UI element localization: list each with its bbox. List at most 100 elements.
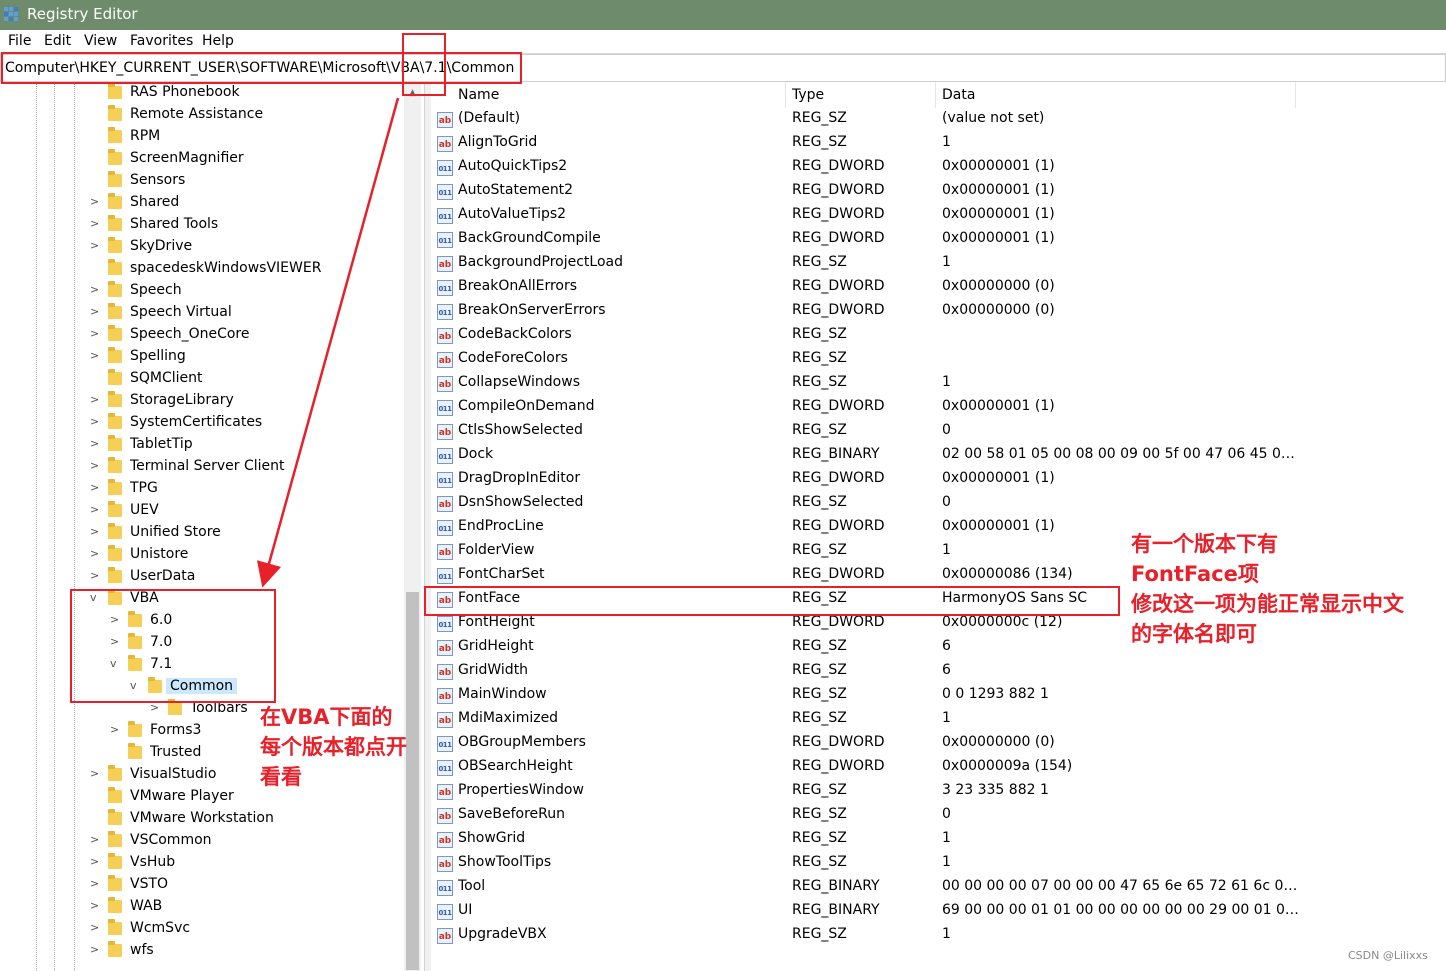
menu-favorites[interactable]: Favorites <box>130 33 193 49</box>
chevron-right-icon[interactable]: > <box>90 306 102 318</box>
value-row[interactable]: 011 CompileOnDemand REG_DWORD 0x00000001 (1… <box>431 396 1446 420</box>
chevron-right-icon[interactable]: > <box>150 702 162 714</box>
value-row[interactable]: ab MainWindow REG_SZ 0 0 1293 882 1 <box>431 684 1446 708</box>
menu-help[interactable]: Help <box>202 33 234 49</box>
chevron-right-icon[interactable]: > <box>90 438 102 450</box>
tree-item[interactable]: > StorageLibrary <box>0 390 400 412</box>
values-list[interactable]: Name Type Data ab (Default) REG_SZ (value n… <box>431 82 1446 971</box>
tree-item[interactable]: RPM <box>0 126 400 148</box>
tree-item[interactable]: > Spelling <box>0 346 400 368</box>
value-row[interactable]: 011 AutoQuickTips2 REG_DWORD 0x00000001 (1) <box>431 156 1446 180</box>
chevron-right-icon[interactable]: > <box>90 416 102 428</box>
chevron-right-icon[interactable]: > <box>90 482 102 494</box>
chevron-right-icon[interactable]: > <box>90 768 102 780</box>
value-row[interactable]: ab DsnShowSelected REG_SZ 0 <box>431 492 1446 516</box>
value-row[interactable]: ab ShowGrid REG_SZ 1 <box>431 828 1446 852</box>
tree-item[interactable]: spacedeskWindowsVIEWER <box>0 258 400 280</box>
tree-item[interactable]: > Speech <box>0 280 400 302</box>
chevron-right-icon[interactable]: > <box>90 240 102 252</box>
value-row[interactable]: 011 DragDropInEditor REG_DWORD 0x00000001 (… <box>431 468 1446 492</box>
value-row[interactable]: ab CollapseWindows REG_SZ 1 <box>431 372 1446 396</box>
chevron-right-icon[interactable]: > <box>90 570 102 582</box>
value-row[interactable]: ab ShowToolTips REG_SZ 1 <box>431 852 1446 876</box>
tree-item[interactable]: > TPG <box>0 478 400 500</box>
tree-item[interactable]: > SkyDrive <box>0 236 400 258</box>
value-row[interactable]: ab UpgradeVBX REG_SZ 1 <box>431 924 1446 948</box>
column-name[interactable]: Name <box>458 87 499 103</box>
chevron-right-icon[interactable]: > <box>90 834 102 846</box>
value-row[interactable]: 011 AutoValueTips2 REG_DWORD 0x00000001 (1) <box>431 204 1446 228</box>
tree-item[interactable]: > UserData <box>0 566 400 588</box>
value-row[interactable]: 011 AutoStatement2 REG_DWORD 0x00000001 (1) <box>431 180 1446 204</box>
key-tree[interactable]: RAS Phonebook Remote Assistance RPM ScreenM… <box>0 82 424 971</box>
menu-view[interactable]: View <box>84 33 117 49</box>
tree-item[interactable]: > Speech_OneCore <box>0 324 400 346</box>
chevron-right-icon[interactable]: > <box>90 394 102 406</box>
tree-item[interactable]: VMware Workstation <box>0 808 400 830</box>
value-row[interactable]: 011 BackGroundCompile REG_DWORD 0x00000001 … <box>431 228 1446 252</box>
value-row[interactable]: ab PropertiesWindow REG_SZ 3 23 335 882 1 <box>431 780 1446 804</box>
value-row[interactable]: ab MdiMaximized REG_SZ 1 <box>431 708 1446 732</box>
tree-item[interactable]: Remote Assistance <box>0 104 400 126</box>
chevron-right-icon[interactable]: > <box>90 548 102 560</box>
column-separator[interactable] <box>1295 82 1296 108</box>
column-separator[interactable] <box>935 82 936 108</box>
tree-scrollbar[interactable]: ▲ <box>404 82 421 971</box>
value-row[interactable]: 011 BreakOnAllErrors REG_DWORD 0x00000000 (… <box>431 276 1446 300</box>
tree-item[interactable]: > Speech Virtual <box>0 302 400 324</box>
tree-item[interactable]: Sensors <box>0 170 400 192</box>
tree-item[interactable]: > Unified Store <box>0 522 400 544</box>
pane-splitter[interactable] <box>424 82 431 971</box>
column-separator[interactable] <box>785 82 786 108</box>
value-row[interactable]: ab BackgroundProjectLoad REG_SZ 1 <box>431 252 1446 276</box>
tree-item[interactable]: > VsHub <box>0 852 400 874</box>
chevron-right-icon[interactable]: > <box>90 328 102 340</box>
chevron-right-icon[interactable]: > <box>90 526 102 538</box>
value-row[interactable]: 011 OBSearchHeight REG_DWORD 0x0000009a (15… <box>431 756 1446 780</box>
tree-item[interactable]: > WAB <box>0 896 400 918</box>
value-row[interactable]: 011 OBGroupMembers REG_DWORD 0x00000000 (0) <box>431 732 1446 756</box>
value-row[interactable]: ab CodeBackColors REG_SZ <box>431 324 1446 348</box>
value-row[interactable]: 011 Dock REG_BINARY 02 00 58 01 05 00 08 00… <box>431 444 1446 468</box>
tree-item[interactable]: ScreenMagnifier <box>0 148 400 170</box>
tree-item[interactable]: > UEV <box>0 500 400 522</box>
value-row[interactable]: ab GridWidth REG_SZ 6 <box>431 660 1446 684</box>
tree-item[interactable]: RAS Phonebook <box>0 82 400 104</box>
tree-item[interactable]: > Unistore <box>0 544 400 566</box>
chevron-right-icon[interactable]: > <box>90 944 102 956</box>
tree-item[interactable]: SQMClient <box>0 368 400 390</box>
chevron-right-icon[interactable]: > <box>90 284 102 296</box>
chevron-right-icon[interactable]: > <box>110 724 122 736</box>
tree-item[interactable]: > WcmSvc <box>0 918 400 940</box>
column-data[interactable]: Data <box>942 87 975 103</box>
menu-edit[interactable]: Edit <box>44 33 71 49</box>
tree-item[interactable]: > TabletTip <box>0 434 400 456</box>
value-row[interactable]: ab CtlsShowSelected REG_SZ 0 <box>431 420 1446 444</box>
chevron-right-icon[interactable]: > <box>90 350 102 362</box>
chevron-right-icon[interactable]: > <box>90 922 102 934</box>
tree-item[interactable]: > Terminal Server Client <box>0 456 400 478</box>
chevron-right-icon[interactable]: > <box>90 900 102 912</box>
chevron-right-icon[interactable]: > <box>90 460 102 472</box>
value-row[interactable]: ab AlignToGrid REG_SZ 1 <box>431 132 1446 156</box>
value-row[interactable]: 011 BreakOnServerErrors REG_DWORD 0x0000000… <box>431 300 1446 324</box>
tree-item[interactable]: > wfs <box>0 940 400 962</box>
tree-item[interactable]: > SystemCertificates <box>0 412 400 434</box>
tree-item[interactable]: > Shared Tools <box>0 214 400 236</box>
value-row[interactable]: ab CodeForeColors REG_SZ <box>431 348 1446 372</box>
chevron-right-icon[interactable]: > <box>90 878 102 890</box>
menu-file[interactable]: File <box>8 33 31 49</box>
value-row[interactable]: ab SaveBeforeRun REG_SZ 0 <box>431 804 1446 828</box>
column-type[interactable]: Type <box>792 87 824 103</box>
tree-item[interactable]: > VSTO <box>0 874 400 896</box>
value-row[interactable]: ab (Default) REG_SZ (value not set) <box>431 108 1446 132</box>
tree-item[interactable]: > Shared <box>0 192 400 214</box>
scrollbar-thumb[interactable] <box>406 592 419 970</box>
chevron-right-icon[interactable]: > <box>90 856 102 868</box>
value-row[interactable]: 011 UI REG_BINARY 69 00 00 00 01 01 00 00 0… <box>431 900 1446 924</box>
tree-item[interactable]: > VSCommon <box>0 830 400 852</box>
chevron-right-icon[interactable]: > <box>90 196 102 208</box>
chevron-right-icon[interactable]: > <box>90 504 102 516</box>
value-row[interactable]: 011 Tool REG_BINARY 00 00 00 00 07 00 00 00… <box>431 876 1446 900</box>
chevron-right-icon[interactable]: > <box>90 218 102 230</box>
